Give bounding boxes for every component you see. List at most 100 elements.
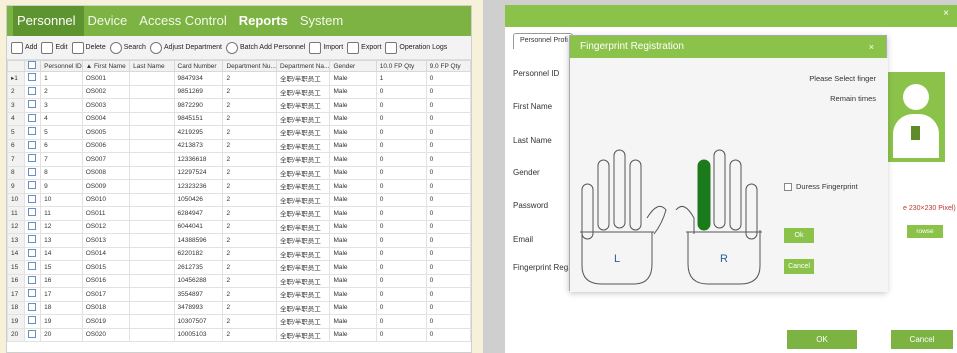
dialog-ok-button[interactable]: Ok (784, 228, 814, 243)
left-thumb[interactable] (646, 205, 667, 235)
add-button[interactable]: Add (11, 41, 37, 54)
row-checkbox[interactable] (27, 140, 36, 149)
row-select-cell[interactable] (23, 165, 42, 180)
menu-personnel[interactable]: Personnel (13, 6, 84, 36)
table-row[interactable]: 2 2 OS002 9851269 2 全职/半职员工 Male 0 0 (7, 84, 471, 99)
row-select-cell[interactable] (23, 246, 42, 261)
menu-device[interactable]: Device (84, 6, 136, 36)
row-checkbox[interactable] (27, 181, 36, 190)
row-checkbox[interactable] (27, 167, 36, 176)
row-checkbox[interactable] (27, 100, 36, 109)
table-row[interactable]: 13 13 OS013 14388596 2 全职/半职员工 Male 0 0 (7, 233, 471, 248)
row-checkbox[interactable] (27, 329, 36, 338)
select-all-checkbox[interactable] (27, 61, 36, 69)
form-ok-button[interactable]: OK (787, 330, 857, 349)
col-first-name[interactable]: ▲ First Name (81, 60, 131, 72)
row-checkbox[interactable] (27, 235, 36, 244)
table-row[interactable]: 18 18 OS018 3478993 2 全职/半职员工 Male 0 0 (7, 300, 471, 315)
duress-fingerprint-option[interactable]: Duress Fingerprint (784, 182, 858, 191)
row-checkbox[interactable] (27, 208, 36, 217)
row-checkbox[interactable] (27, 73, 36, 82)
row-select-cell[interactable] (23, 111, 42, 126)
left-middle[interactable] (613, 149, 626, 229)
row-select-cell[interactable] (23, 260, 42, 275)
row-checkbox[interactable] (27, 86, 36, 95)
col-department-number[interactable]: Department Nu... (222, 60, 277, 72)
row-checkbox[interactable] (27, 248, 36, 257)
adjust-department-button[interactable]: Adjust Department (149, 41, 222, 54)
table-row[interactable]: 4 4 OS004 9845151 2 全职/半职员工 Male 0 0 (7, 111, 471, 126)
table-row[interactable]: 11 11 OS011 6284947 2 全职/半职员工 Male 0 0 (7, 206, 471, 221)
row-select-cell[interactable] (23, 300, 42, 315)
row-select-cell[interactable] (23, 192, 42, 207)
browse-button[interactable]: rowse (907, 225, 943, 238)
select-all-header[interactable] (23, 60, 42, 72)
delete-button[interactable]: Delete (71, 41, 106, 54)
row-checkbox[interactable] (27, 289, 36, 298)
col-department-name[interactable]: Department Na... (275, 60, 331, 72)
menu-system[interactable]: System (296, 6, 351, 36)
form-close-icon[interactable]: × (943, 8, 949, 19)
col-fp9-qty[interactable]: 9.0 FP Qty (425, 60, 471, 72)
import-button[interactable]: Import (309, 41, 343, 54)
table-row[interactable]: 14 14 OS014 6220182 2 全职/半职员工 Male 0 0 (7, 246, 471, 261)
table-row[interactable]: 5 5 OS005 4219295 2 全职/半职员工 Male 0 0 (7, 125, 471, 140)
left-index[interactable] (629, 159, 642, 231)
row-select-cell[interactable] (23, 152, 42, 167)
table-row[interactable]: 15 15 OS015 2612735 2 全职/半职员工 Male 0 0 (7, 260, 471, 275)
col-fp10-qty[interactable]: 10.0 FP Qty (375, 60, 427, 72)
table-row[interactable]: 20 20 OS020 10005103 2 全职/半职员工 Male 0 0 (7, 327, 471, 342)
right-pinky[interactable] (745, 183, 758, 240)
row-select-cell[interactable] (23, 98, 42, 113)
row-checkbox[interactable] (27, 221, 36, 230)
row-checkbox[interactable] (27, 154, 36, 163)
row-checkbox[interactable] (27, 194, 36, 203)
row-select-cell[interactable] (23, 125, 42, 140)
row-select-cell[interactable] (23, 84, 42, 99)
row-checkbox[interactable] (27, 302, 36, 311)
col-gender[interactable]: Gender (329, 60, 377, 72)
row-checkbox[interactable] (27, 275, 36, 284)
row-select-cell[interactable] (23, 219, 42, 234)
right-ring[interactable] (729, 159, 742, 231)
right-thumb[interactable] (675, 205, 695, 234)
right-index[interactable] (697, 159, 711, 231)
table-row[interactable]: 17 17 OS017 3554897 2 全职/半职员工 Male 0 0 (7, 287, 471, 302)
operation-logs-button[interactable]: Operation Logs (385, 41, 447, 54)
table-row[interactable]: 9 9 OS009 12323236 2 全职/半职员工 Male 0 0 (7, 179, 471, 194)
row-checkbox[interactable] (27, 127, 36, 136)
table-row[interactable]: 12 12 OS012 6044041 2 全职/半职员工 Male 0 0 (7, 219, 471, 234)
row-select-cell[interactable] (23, 233, 42, 248)
tab-personnel-profile[interactable]: Personnel Profi (513, 33, 573, 49)
row-checkbox[interactable] (27, 316, 36, 325)
dialog-close-icon[interactable]: × (869, 36, 874, 58)
row-checkbox[interactable] (27, 262, 36, 271)
row-checkbox[interactable] (27, 113, 36, 122)
form-cancel-button[interactable]: Cancel (891, 330, 953, 349)
row-select-cell[interactable] (23, 206, 42, 221)
table-row[interactable]: ▸1 1 OS001 9847934 2 全职/半职员工 Male 1 0 (7, 71, 471, 86)
right-middle[interactable] (713, 149, 726, 229)
row-select-cell[interactable] (23, 327, 42, 342)
menu-access-control[interactable]: Access Control (135, 6, 234, 36)
row-select-cell[interactable] (23, 314, 42, 329)
export-button[interactable]: Export (347, 41, 381, 54)
table-row[interactable]: 16 16 OS016 10456288 2 全职/半职员工 Male 0 0 (7, 273, 471, 288)
search-button[interactable]: Search (109, 41, 146, 54)
table-row[interactable]: 6 6 OS006 4213873 2 全职/半职员工 Male 0 0 (7, 138, 471, 153)
table-row[interactable]: 3 3 OS003 9872290 2 全职/半职员工 Male 0 0 (7, 98, 471, 113)
row-select-cell[interactable] (23, 138, 42, 153)
duress-checkbox[interactable] (784, 182, 792, 191)
col-card-number[interactable]: Card Number (173, 60, 224, 72)
table-row[interactable]: 19 19 OS019 10307507 2 全职/半职员工 Male 0 0 (7, 314, 471, 329)
row-select-cell[interactable] (23, 287, 42, 302)
table-row[interactable]: 8 8 OS008 12297524 2 全职/半职员工 Male 0 0 (7, 165, 471, 180)
menu-reports[interactable]: Reports (235, 6, 296, 36)
col-personnel-id[interactable]: Personnel ID (40, 60, 83, 72)
left-ring[interactable] (597, 159, 610, 231)
batch-add-button[interactable]: Batch Add Personnel (225, 41, 305, 54)
edit-button[interactable]: Edit (41, 41, 68, 54)
dialog-cancel-button[interactable]: Cancel (784, 259, 814, 274)
col-last-name[interactable]: Last Name (129, 60, 175, 72)
row-select-cell[interactable] (23, 273, 42, 288)
